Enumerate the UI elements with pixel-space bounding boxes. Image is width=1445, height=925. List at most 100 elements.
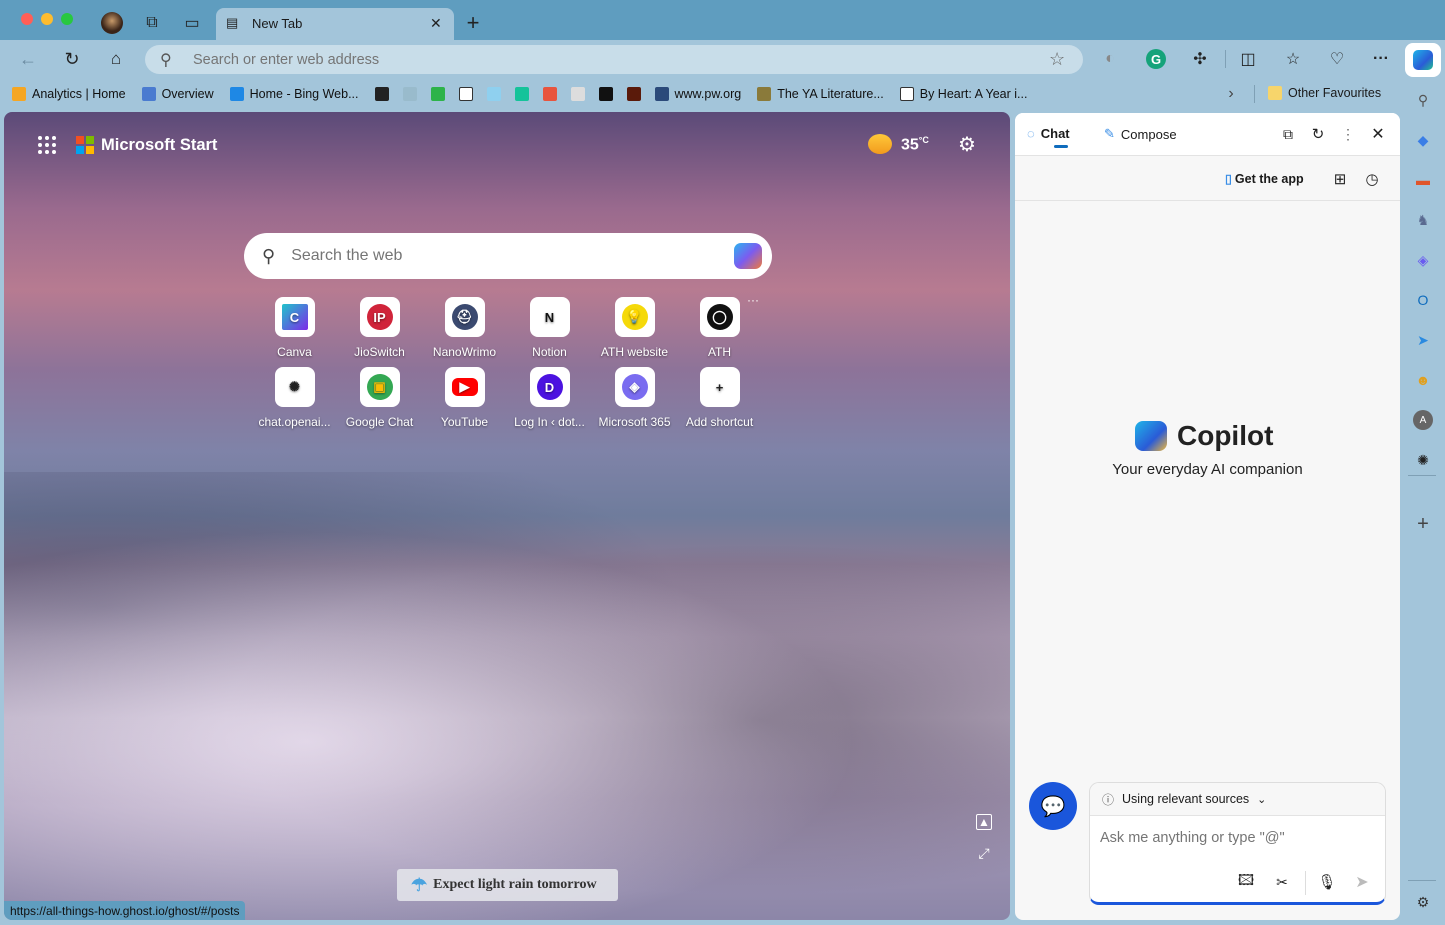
back-button[interactable]: ←	[17, 49, 39, 69]
screenshot-icon[interactable]: ✂	[1272, 872, 1292, 892]
bookmark-item[interactable]: Analytics | Home	[12, 87, 126, 101]
bookmarks-overflow-chevron-icon[interactable]: ›	[1224, 85, 1238, 103]
profile-avatar[interactable]	[101, 12, 123, 34]
avatar-a-icon[interactable]: A	[1413, 410, 1433, 430]
bookmark-item[interactable]	[570, 87, 585, 101]
copilot-icon[interactable]	[734, 243, 762, 269]
bookmark-item[interactable]	[598, 87, 613, 101]
tab-chat[interactable]: ◌ Chat	[1027, 126, 1070, 141]
address-input[interactable]	[193, 50, 993, 69]
shortcut-add-shortcut[interactable]: + Add shortcut	[677, 367, 762, 429]
weather-temperature[interactable]: 35°C	[901, 135, 929, 154]
add-image-icon[interactable]: 🖾	[1236, 872, 1256, 892]
shortcut-log-in-dot[interactable]: D Log In ‹ dot...	[507, 367, 592, 429]
chat-input[interactable]	[1100, 830, 1375, 854]
bookmark-item[interactable]	[430, 87, 445, 101]
bookmark-item[interactable]: www.pw.org	[654, 87, 741, 101]
brand-name[interactable]: Microsoft Start	[101, 136, 217, 155]
favorite-star-icon[interactable]: ☆	[1049, 49, 1065, 70]
document-icon	[458, 87, 473, 101]
get-the-app-button[interactable]: ▯ Get the app	[1225, 171, 1304, 187]
settings-icon[interactable]: ⚙	[1413, 892, 1433, 912]
search-icon[interactable]: ⚲	[1413, 90, 1433, 110]
bookmark-item[interactable]: The YA Literature...	[757, 87, 884, 101]
shortcut-chat-openai[interactable]: ✺ chat.openai...	[252, 367, 337, 429]
shortcut-icon: N	[529, 297, 570, 337]
other-favourites-folder[interactable]: Other Favourites	[1268, 86, 1381, 100]
bookmark-item[interactable]	[542, 87, 557, 101]
outlook-icon[interactable]: O	[1413, 290, 1433, 310]
page-settings-icon[interactable]: ⚙	[956, 133, 978, 156]
shortcut-ath-website[interactable]: 💡 ATH website	[592, 297, 677, 359]
home-button[interactable]: ⌂	[105, 49, 127, 69]
games-icon[interactable]: ♞	[1413, 210, 1433, 230]
search-icon: ⚲	[262, 245, 276, 266]
minimize-window-button[interactable]	[41, 13, 53, 25]
copilot-panel: ◌ Chat ✎ Compose ⧉ ↻ ⋮ ✕ ▯ Get the app ⊞ ◷ …	[1015, 113, 1400, 920]
shortcut-notion[interactable]: N Notion	[507, 297, 592, 359]
workspaces-icon[interactable]: ⧉	[142, 13, 162, 33]
weather-sunny-icon[interactable]	[868, 134, 892, 154]
telegram-icon[interactable]: ➤	[1413, 330, 1433, 350]
tag-icon[interactable]: ◆	[1413, 130, 1433, 150]
shortcut-microsoft-365[interactable]: ◈ Microsoft 365	[592, 367, 677, 429]
extensions-icon[interactable]: ✣	[1190, 49, 1210, 69]
bookmark-item[interactable]	[402, 87, 417, 101]
address-bar[interactable]: ⚲ ☆	[145, 45, 1083, 74]
add-icon[interactable]: +	[1413, 513, 1433, 535]
sources-selector[interactable]: ⓘ Using relevant sources ⌄	[1090, 783, 1385, 816]
shortcut-google-chat[interactable]: ▣ Google Chat	[337, 367, 422, 429]
shortcut-nanowrimo[interactable]: ⛑ NanoWrimo	[422, 297, 507, 359]
openai-icon[interactable]: ✺	[1413, 450, 1433, 470]
open-in-new-icon[interactable]: ⧉	[1279, 125, 1297, 143]
plugins-icon[interactable]: ⊞	[1331, 170, 1349, 188]
more-options-icon[interactable]: ⋮	[1339, 125, 1357, 143]
favorites-icon[interactable]: ☆	[1283, 49, 1303, 69]
bookmark-item[interactable]: Home - Bing Web...	[229, 87, 359, 101]
background-image-info-icon[interactable]: ▲	[976, 814, 992, 830]
refresh-button[interactable]: ↻	[61, 49, 83, 69]
new-tab-button[interactable]: +	[462, 10, 484, 35]
toolbox-icon[interactable]: ▬	[1413, 170, 1433, 190]
maximize-window-button[interactable]	[61, 13, 73, 25]
shortcut-label: ATH website	[600, 345, 669, 359]
bookmark-item[interactable]	[374, 87, 389, 101]
right-sidebar: ⚲ ◆ ▬ ♞ ◈ O ➤ ☻ A ✺ + ⚙	[1400, 80, 1445, 925]
history-icon[interactable]: ◷	[1363, 170, 1381, 188]
tab-compose[interactable]: ✎ Compose	[1104, 126, 1177, 142]
refresh-icon[interactable]: ↻	[1309, 125, 1327, 143]
bookmark-item[interactable]: By Heart: A Year i...	[899, 87, 1027, 101]
weather-banner-text: Expect light rain tomorrow	[433, 877, 597, 892]
close-panel-icon[interactable]: ✕	[1369, 125, 1387, 143]
character-icon[interactable]: ☻	[1413, 370, 1433, 390]
close-window-button[interactable]	[21, 13, 33, 25]
tab-new-tab[interactable]: ▤ New Tab ✕	[216, 8, 454, 40]
split-screen-icon[interactable]: ◫	[1238, 49, 1258, 69]
web-search-input[interactable]	[291, 247, 712, 265]
more-menu-icon[interactable]: ···	[1371, 49, 1391, 69]
new-topic-button[interactable]: 💬	[1029, 782, 1077, 830]
weather-banner[interactable]: ☂ Expect light rain tomorrow	[397, 869, 618, 901]
close-tab-icon[interactable]: ✕	[430, 15, 442, 32]
tab-chat-label: Chat	[1040, 126, 1070, 141]
shortcut-canva[interactable]: C Canva	[252, 297, 337, 359]
microphone-icon[interactable]: 🎙	[1317, 872, 1337, 892]
bookmark-item[interactable]	[514, 87, 529, 101]
app-launcher-icon[interactable]	[38, 136, 56, 154]
send-icon[interactable]: ➤	[1352, 872, 1372, 892]
vertical-tabs-icon[interactable]: ▭	[182, 13, 202, 33]
shortcut-youtube[interactable]: ▶ YouTube	[422, 367, 507, 429]
bookmark-item[interactable]	[626, 87, 641, 101]
privacy-extension-icon[interactable]: ◐	[1101, 50, 1119, 68]
shortcut-jioswitch[interactable]: IP JioSwitch	[337, 297, 422, 359]
shortcuts-more-icon[interactable]: ···	[747, 293, 759, 307]
copilot-button[interactable]	[1405, 43, 1441, 77]
browser-essentials-icon[interactable]: ♡	[1327, 49, 1347, 69]
web-search-box[interactable]: ⚲	[244, 233, 772, 279]
bookmark-item[interactable]	[486, 87, 501, 101]
expand-icon[interactable]: ⤢	[976, 845, 992, 861]
grammarly-extension-icon[interactable]: G	[1146, 49, 1166, 69]
bookmark-item[interactable]: Overview	[141, 87, 214, 101]
copilot-icon[interactable]: ◈	[1413, 250, 1433, 270]
bookmark-item[interactable]	[458, 87, 473, 101]
